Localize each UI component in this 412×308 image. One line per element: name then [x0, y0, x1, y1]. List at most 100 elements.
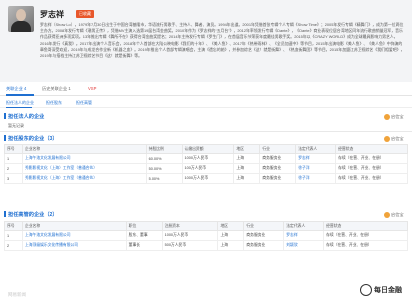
- column-header: 行业: [243, 221, 285, 231]
- cell-region: 上海: [233, 153, 261, 164]
- favorite-button[interactable]: 已收藏: [76, 10, 94, 18]
- tab-related-companies[interactable]: 关联企业 4: [6, 86, 26, 92]
- cell-share: 5.00%: [145, 173, 183, 184]
- cell-region: 上海: [233, 163, 261, 174]
- cell-index: 2: [4, 163, 23, 174]
- company-link[interactable]: 上海午洛文化发展有限公司: [21, 230, 127, 241]
- company-link[interactable]: 上海顶级娱乐文化传播有限公司: [21, 240, 127, 251]
- section-marker: [4, 211, 6, 217]
- cell-position: 股东、董事: [125, 230, 163, 241]
- cell-capital: 1000万人民币: [161, 230, 219, 241]
- cell-capital: 100万人民币: [181, 163, 235, 174]
- column-header: 企业名称: [21, 221, 127, 231]
- company-link[interactable]: 上海午洛文化发展有限公司: [21, 153, 147, 164]
- column-header: 地区: [233, 144, 261, 154]
- section-title-legal: 担任法人的企业: [8, 114, 45, 120]
- cell-industry: 商务服务业: [259, 153, 297, 164]
- cell-status: 存续（在营、开业、在册）: [323, 230, 408, 241]
- executive-table: 序号 企业名称 职位 注册资本 地区 行业 法定代表人 经营状态 1 上海午洛文…: [4, 221, 408, 251]
- company-link[interactable]: 秀影影视文化（上海）工作室（普通合伙）: [21, 173, 147, 184]
- daily-finance-logo: 每日金融: [356, 282, 406, 300]
- legal-rep-link[interactable]: 徐子洋: [295, 163, 337, 174]
- cell-region: 上海: [217, 240, 245, 251]
- tab-count: 1: [68, 86, 71, 91]
- table-header-row: 序号 企业名称 职位 注册资本 地区 行业 法定代表人 经营状态: [4, 221, 408, 231]
- qixinbao-icon: [384, 114, 390, 120]
- section-marker: [4, 113, 6, 119]
- cell-region: 上海: [233, 173, 261, 184]
- tab-history-companies[interactable]: 历史关联企业 1: [42, 86, 71, 92]
- column-header: 序号: [4, 221, 23, 231]
- netease-watermark: 网易新闻: [8, 292, 26, 297]
- section-marker: [4, 135, 6, 141]
- tab-count: 4: [23, 86, 27, 91]
- cell-index: 1: [4, 153, 23, 164]
- subtab-executive[interactable]: 担任高管: [76, 100, 92, 106]
- column-header: 序号: [4, 144, 23, 154]
- cell-status: 存续（在营、开业、在册）: [335, 153, 408, 164]
- column-header: 注册资本: [161, 221, 219, 231]
- table-row: 2 上海顶级娱乐文化传播有限公司 董事长 500万人民币 上海 商务服务业 刘颖…: [4, 240, 408, 251]
- column-header: 法定代表人: [295, 144, 337, 154]
- qixinbao-icon: [384, 212, 390, 218]
- column-header: 经营状态: [335, 144, 408, 154]
- wechat-icon: [360, 284, 372, 297]
- table-row: 2 秀影影视文化（上海）工作室（普通合伙） 50.00% 100万人民币 上海 …: [4, 163, 408, 174]
- cell-index: 2: [4, 240, 23, 251]
- cell-industry: 商务服务业: [259, 163, 297, 174]
- cell-capital: 500万人民币: [161, 240, 219, 251]
- column-header: 职位: [125, 221, 163, 231]
- legal-rep-link[interactable]: 刘颖欣: [283, 240, 325, 251]
- column-header: 法定代表人: [283, 221, 325, 231]
- cell-index: 3: [4, 173, 23, 184]
- tab-label: 历史关联企业: [42, 86, 68, 91]
- empty-record-text: 暂无记录: [8, 123, 24, 128]
- legal-rep-link[interactable]: 徐子洋: [295, 173, 337, 184]
- column-header: 经营状态: [323, 221, 408, 231]
- column-header: 认缴出资额: [181, 144, 235, 154]
- brand-text: 启信宝: [391, 136, 404, 142]
- brand-logo: 启信宝: [384, 136, 404, 142]
- sub-tabs: 担任法人的企业 担任股东 担任高管: [0, 98, 412, 108]
- column-header: 持股比例: [145, 144, 183, 154]
- cell-capital: 1000万人民币: [181, 153, 235, 164]
- cell-status: 存续（在营、开业、在册）: [335, 163, 408, 174]
- table-row: 3 秀影影视文化（上海）工作室（普通合伙） 5.00% 1000万人民币 上海 …: [4, 173, 408, 184]
- cell-industry: 商务服务业: [259, 173, 297, 184]
- tab-vsp[interactable]: VSP: [88, 86, 96, 91]
- profile-bio: 罗志祥（Show Lo），1979年7月30日出生于中国台湾基隆市，华语流行男歌…: [40, 22, 405, 59]
- qixinbao-icon: [384, 136, 390, 142]
- tab-label: 关联企业: [6, 86, 23, 91]
- table-header-row: 序号 企业名称 持股比例 认缴出资额 地区 行业 法定代表人 经营状态: [4, 144, 408, 154]
- company-link[interactable]: 秀影影视文化（上海）工作室（普通合伙）: [21, 163, 147, 174]
- subtab-shareholder[interactable]: 担任股东: [46, 100, 62, 106]
- profile-header: 罗志祥 已收藏 罗志祥（Show Lo），1979年7月30日出生于中国台湾基隆…: [0, 0, 412, 82]
- legal-rep-link[interactable]: 罗志祥: [283, 230, 325, 241]
- cell-industry: 商务服务业: [243, 240, 285, 251]
- cell-index: 1: [4, 230, 23, 241]
- column-header: 地区: [217, 221, 245, 231]
- cell-capital: 1000万人民币: [181, 173, 235, 184]
- column-header: 企业名称: [21, 144, 147, 154]
- column-header: 行业: [259, 144, 297, 154]
- cell-industry: 商务服务业: [243, 230, 285, 241]
- active-subtab-indicator: [6, 106, 32, 108]
- logo-text: 每日金融: [374, 287, 402, 294]
- main-tabs: 关联企业 4 历史关联企业 1 VSP: [0, 84, 412, 96]
- legal-rep-link[interactable]: 罗志祥: [295, 153, 337, 164]
- shareholder-table: 序号 企业名称 持股比例 认缴出资额 地区 行业 法定代表人 经营状态 1 上海…: [4, 144, 408, 184]
- brand-text: 启信宝: [391, 114, 404, 120]
- brand-text: 启信宝: [391, 212, 404, 218]
- avatar: [8, 6, 34, 32]
- tab-label: VSP: [88, 86, 97, 91]
- cell-status: 存续（在营、开业、在册）: [323, 240, 408, 251]
- cell-region: 上海: [217, 230, 245, 241]
- brand-logo: 启信宝: [384, 212, 404, 218]
- subtab-legal-rep[interactable]: 担任法人的企业: [6, 100, 34, 106]
- section-title-executive: 担任高管的企业（2）: [8, 212, 58, 218]
- table-row: 1 上海午洛文化发展有限公司 60.00% 1000万人民币 上海 商务服务业 …: [4, 153, 408, 164]
- cell-status: 存续（在营、开业、在册）: [335, 173, 408, 184]
- divider: [0, 131, 412, 132]
- cell-share: 50.00%: [145, 163, 183, 174]
- section-title-shareholder: 担任股东的企业（3）: [8, 136, 58, 142]
